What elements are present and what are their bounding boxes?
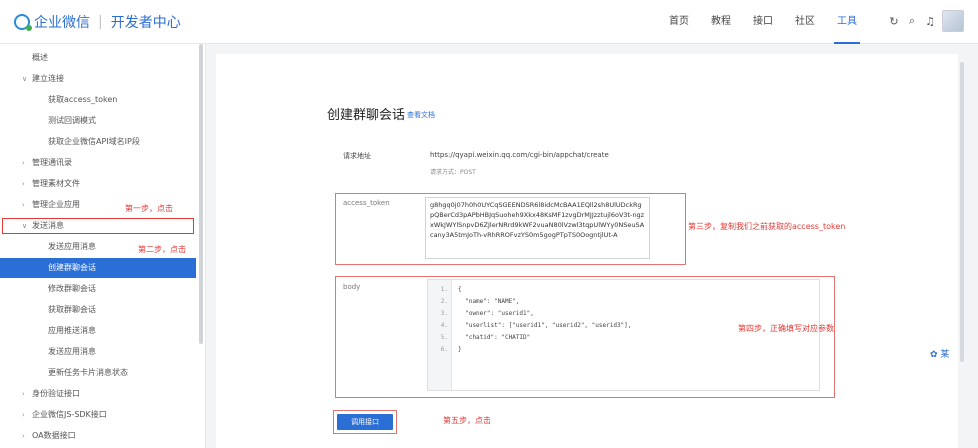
- request-url-label: 请求地址: [343, 152, 371, 160]
- sidebar-item-label: 概述: [32, 53, 48, 62]
- sidebar-item[interactable]: 获取企业微信API域名IP段: [0, 132, 196, 152]
- page-title: 创建群聊会话: [327, 108, 406, 123]
- sidebar-scrollbar[interactable]: [199, 44, 203, 344]
- sidebar-item-label: 获取access_token: [48, 95, 118, 104]
- sidebar-item-label: 更新任务卡片消息状态: [48, 368, 128, 377]
- view-doc-link[interactable]: 查看文档: [407, 110, 435, 120]
- sidebar-item-label: 应用推送消息: [48, 326, 96, 335]
- chevron-right-icon: ›: [22, 390, 25, 398]
- line-number: 4.: [440, 322, 448, 329]
- code-line: {: [458, 286, 462, 293]
- annotation-step5: 第五步，点击: [443, 416, 491, 425]
- sidebar-item[interactable]: › 管理素材文件: [0, 174, 196, 194]
- sidebar-item[interactable]: 创建群聊会话: [0, 258, 196, 278]
- sidebar-item[interactable]: 应用推送消息: [0, 321, 196, 341]
- code-line: }: [458, 346, 462, 353]
- code-line: "chatid": "CHATID": [458, 334, 531, 341]
- avatar[interactable]: [942, 10, 964, 32]
- request-method: 请求方式：POST: [430, 169, 476, 176]
- request-url: https://qyapi.weixin.qq.com/cgi-bin/appc…: [430, 151, 609, 159]
- chevron-right-icon: ›: [22, 180, 25, 188]
- sidebar-item[interactable]: 概述: [0, 48, 196, 68]
- nav-home[interactable]: 首页: [658, 0, 700, 44]
- sidebar-item[interactable]: › 企业微信JS-SDK接口: [0, 405, 196, 425]
- help-icon[interactable]: ↻: [888, 15, 900, 28]
- sidebar-item[interactable]: 修改群聊会话: [0, 279, 196, 299]
- sidebar-item[interactable]: 获取群聊会话: [0, 300, 196, 320]
- line-number: 3.: [440, 310, 448, 317]
- chevron-down-icon: ∨: [22, 222, 28, 230]
- access-token-input[interactable]: g8hgq0j07h0h0UYCqSGEENDSR6l8idcMcBAA1EQl…: [425, 197, 650, 259]
- code-line: "name": "NAME",: [458, 298, 520, 305]
- sidebar-item[interactable]: 测试回调模式: [0, 111, 196, 131]
- logo-divider: |: [98, 14, 103, 30]
- sidebar-item-label: 获取企业微信API域名IP段: [48, 137, 140, 146]
- sidebar-item-label: 创建群聊会话: [48, 263, 96, 272]
- annotation-step3: 第三步，复制我们之前获取的access_token: [688, 222, 846, 231]
- code-line: "owner": "userid1",: [458, 310, 534, 317]
- sidebar-item-label: 测试回调模式: [48, 116, 96, 125]
- sidebar-item[interactable]: ∨ 建立连接: [0, 69, 196, 89]
- annotation-step4: 第四步，正确填写对应参数: [738, 324, 834, 333]
- wecom-logo-icon: [14, 14, 32, 31]
- sidebar-item-label: OA数据接口: [32, 431, 76, 440]
- access-token-label: access_token: [343, 199, 390, 207]
- body-label: body: [343, 283, 361, 291]
- body-code-editor[interactable]: 1. 2. 3. 4. 5. 6. { "name": "NAME", "owner": …: [427, 279, 820, 391]
- line-number: 6.: [440, 346, 448, 353]
- line-number: 5.: [440, 334, 448, 341]
- sidebar-item-label: 发送应用消息: [48, 242, 96, 251]
- nav-community[interactable]: 社区: [784, 0, 826, 44]
- sidebar-item-label: 发送消息: [32, 221, 64, 230]
- main-nav: 首页 教程 接口 社区 工具: [658, 0, 868, 44]
- call-api-button[interactable]: 调用接口: [337, 414, 393, 430]
- sidebar-item-label: 获取群聊会话: [48, 305, 96, 314]
- logo-subtitle: 开发者中心: [110, 15, 181, 31]
- annotation-step1: 第一步，点击: [125, 204, 173, 213]
- chevron-right-icon: ›: [22, 411, 25, 419]
- sidebar-item[interactable]: 更新任务卡片消息状态: [0, 363, 196, 383]
- sidebar-item-label: 管理通讯录: [32, 158, 72, 167]
- sidebar-item-label: 建立连接: [32, 74, 64, 83]
- main-scrollbar[interactable]: [960, 62, 964, 362]
- sidebar-item[interactable]: › 身份验证接口: [0, 384, 196, 404]
- search-icon[interactable]: ⌕: [906, 14, 918, 28]
- sidebar-item[interactable]: 发送应用消息: [0, 342, 196, 362]
- floating-tool-button[interactable]: ✿ 某: [928, 346, 952, 361]
- sidebar-item-label: 身份验证接口: [32, 389, 80, 398]
- sidebar-item-label: 管理素材文件: [32, 179, 80, 188]
- code-line: "userlist": ["userid1", "userid2", "user…: [458, 322, 632, 329]
- line-number: 1.: [440, 286, 448, 293]
- logo[interactable]: 企业微信 | 开发者中心: [14, 12, 181, 32]
- sidebar-item-label: 管理企业应用: [32, 200, 80, 209]
- chevron-down-icon: ∨: [22, 75, 28, 83]
- sidebar-item[interactable]: ∨ 发送消息: [0, 216, 196, 236]
- chevron-right-icon: ›: [22, 201, 25, 209]
- annotation-step2: 第二步，点击: [138, 245, 186, 254]
- nav-tutorial[interactable]: 教程: [700, 0, 742, 44]
- sidebar-item-label: 发送应用消息: [48, 347, 96, 356]
- nav-tools[interactable]: 工具: [826, 0, 868, 44]
- bell-icon[interactable]: ♫: [924, 15, 936, 28]
- logo-text: 企业微信: [34, 15, 90, 31]
- header-actions: ↻ ⌕ ♫: [888, 10, 964, 32]
- sidebar-item-label: 企业微信JS-SDK接口: [32, 410, 107, 419]
- chevron-right-icon: ›: [22, 159, 25, 167]
- nav-api[interactable]: 接口: [742, 0, 784, 44]
- sidebar-item-label: 修改群聊会话: [48, 284, 96, 293]
- editor-gutter: 1. 2. 3. 4. 5. 6.: [428, 280, 452, 390]
- sidebar-item[interactable]: › 管理通讯录: [0, 153, 196, 173]
- top-bar: 企业微信 | 开发者中心 首页 教程 接口 社区 工具 ↻ ⌕ ♫: [0, 0, 978, 44]
- sidebar-item[interactable]: 获取access_token: [0, 90, 196, 110]
- chevron-right-icon: ›: [22, 432, 25, 440]
- line-number: 2.: [440, 298, 448, 305]
- sidebar-item[interactable]: › OA数据接口: [0, 426, 196, 446]
